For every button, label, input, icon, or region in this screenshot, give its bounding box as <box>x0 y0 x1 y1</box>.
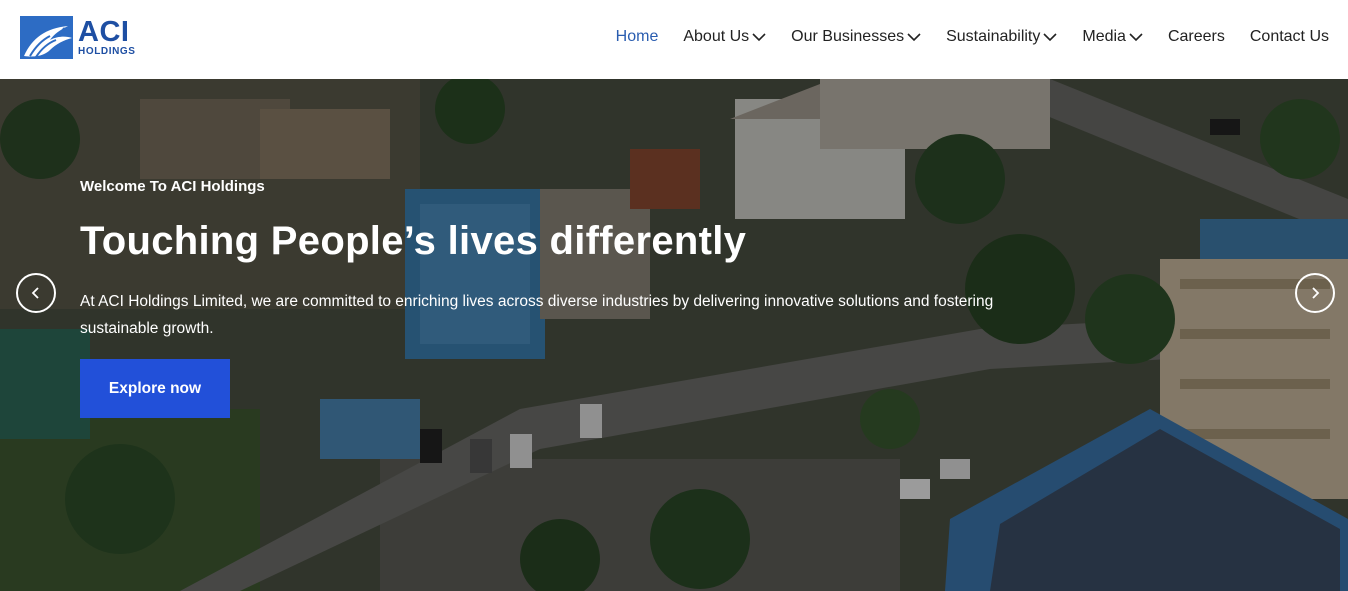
nav-item-label: About Us <box>683 28 750 45</box>
chevron-left-icon <box>31 287 39 299</box>
brand-subtitle: HOLDINGS <box>78 46 136 57</box>
nav-item-our-businesses[interactable]: Our Businesses <box>791 28 921 46</box>
chevron-down-icon <box>1043 33 1057 42</box>
site-header: ACI HOLDINGS Home About Us Our Businesse… <box>0 0 1348 79</box>
nav-item-media[interactable]: Media <box>1082 28 1143 46</box>
slider-next-button[interactable] <box>1295 273 1335 313</box>
slider-prev-button[interactable] <box>16 273 56 313</box>
hero-headline: Touching People’s lives differently <box>80 219 747 263</box>
nav-item-label: Sustainability <box>946 28 1041 45</box>
nav-item-label: Media <box>1082 28 1126 45</box>
chevron-down-icon <box>907 33 921 42</box>
hero-slider: Welcome To ACI Holdings Touching People’… <box>0 79 1348 591</box>
brand-name: ACI <box>78 16 130 48</box>
nav-item-careers[interactable]: Careers <box>1168 28 1225 46</box>
nav-item-contact-us[interactable]: Contact Us <box>1250 28 1329 46</box>
nav-item-label: Contact Us <box>1249 28 1329 45</box>
brand-logo[interactable]: ACI HOLDINGS <box>20 16 140 60</box>
hero-kicker: Welcome To ACI Holdings <box>80 178 265 195</box>
eagle-icon <box>20 16 73 59</box>
main-nav: Home About Us Our Businesses Sustainabil… <box>591 28 1329 46</box>
nav-item-label: Our Businesses <box>791 28 905 45</box>
nav-item-about-us[interactable]: About Us <box>683 28 766 46</box>
nav-item-label: Careers <box>1167 28 1225 45</box>
nav-item-sustainability[interactable]: Sustainability <box>946 28 1057 46</box>
nav-item-home[interactable]: Home <box>616 28 659 46</box>
chevron-down-icon <box>1129 33 1143 42</box>
hero-description: At ACI Holdings Limited, we are committe… <box>80 293 994 337</box>
chevron-down-icon <box>752 33 766 42</box>
nav-item-label: Home <box>615 28 659 45</box>
explore-now-button[interactable]: Explore now <box>80 359 230 418</box>
chevron-right-icon <box>1312 287 1320 299</box>
